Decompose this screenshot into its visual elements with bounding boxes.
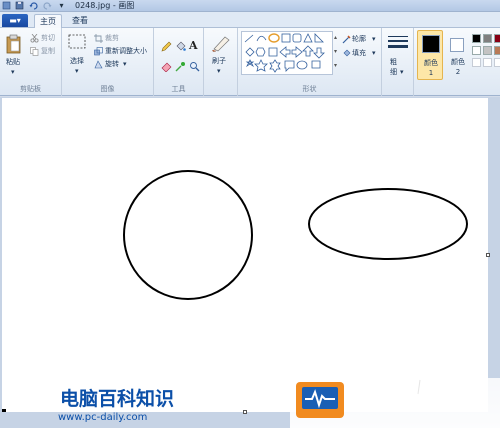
outline-icon[interactable] <box>342 35 351 46</box>
size-button[interactable]: 粗细 <box>390 57 400 77</box>
tab-view-label: 查看 <box>72 16 88 25</box>
copy-icon[interactable] <box>30 47 39 58</box>
brushes-group: 刷子 ▾ <box>204 28 238 96</box>
palette-color-gray[interactable] <box>483 34 492 43</box>
monitor-logo-icon <box>296 382 344 418</box>
palette-empty-3[interactable] <box>494 58 500 67</box>
text-icon[interactable]: A <box>189 40 198 52</box>
palette-color-dark-red[interactable] <box>494 34 500 43</box>
shapes-group: ▴ ▾ ▾ 轮廓 ▾ 填充 ▾ 形状 <box>238 28 382 96</box>
size-icon[interactable] <box>388 36 408 54</box>
customize-quick-access-icon[interactable]: ▾ <box>57 1 66 10</box>
paste-icon[interactable] <box>6 34 22 56</box>
color2-label: 颜色 2 <box>451 58 465 76</box>
size-group: 粗细 ▾ <box>382 28 414 96</box>
clipboard-group-label: 剪贴板 <box>20 85 41 93</box>
palette-empty-1[interactable] <box>472 58 481 67</box>
undo-icon[interactable] <box>29 1 38 10</box>
palette-color-light-gray[interactable] <box>483 46 492 55</box>
rotate-button[interactable]: 旋转 <box>105 60 119 69</box>
clipboard-group: 粘贴 ▾ 剪切 复制 剪贴板 <box>0 28 62 96</box>
magnifier-icon[interactable] <box>189 61 200 74</box>
crop-button[interactable]: 裁剪 <box>105 34 119 43</box>
drawn-circle <box>123 170 253 300</box>
watermark <box>290 372 500 428</box>
palette-color-white[interactable] <box>472 46 481 55</box>
paste-dropdown-icon[interactable]: ▾ <box>11 68 15 77</box>
copy-button[interactable]: 复制 <box>41 47 55 56</box>
shapes-scroll-up-icon[interactable]: ▴ <box>334 31 340 45</box>
color1-swatch <box>422 35 440 53</box>
ribbon-tabs: ▬▾ 主页 查看 <box>0 12 500 28</box>
paste-button[interactable]: 粘贴 <box>6 58 20 67</box>
drawn-ellipse <box>308 188 468 260</box>
color-picker-icon[interactable] <box>175 61 186 74</box>
shapes-expand-icon[interactable]: ▾ <box>334 59 340 73</box>
app-menu-icon[interactable] <box>2 1 11 10</box>
color2-button[interactable]: 颜色 2 <box>446 30 470 80</box>
color2-swatch <box>450 38 464 52</box>
tab-view[interactable]: 查看 <box>66 14 94 28</box>
pencil-icon[interactable] <box>161 41 172 54</box>
crop-icon[interactable] <box>94 34 103 45</box>
ribbon: 粘贴 ▾ 剪切 复制 剪贴板 选择 ▾ 裁剪 重新调整大小 旋转 ▾ 图像 A … <box>0 28 500 96</box>
shapes-gallery <box>241 31 333 75</box>
shapes-scroll-down-icon[interactable]: ▾ <box>334 45 340 59</box>
select-dropdown-icon[interactable]: ▾ <box>75 67 79 76</box>
palette-color-black[interactable] <box>472 34 481 43</box>
file-menu-icon: ▬▾ <box>9 16 21 25</box>
fill-shape-button[interactable]: 填充 <box>352 49 366 58</box>
shapes-group-label: 形状 <box>302 85 317 93</box>
outline-dropdown-icon[interactable]: ▾ <box>372 35 376 44</box>
colors-group: 颜色 1 颜色 2 <box>414 28 500 96</box>
canvas-resize-handle-right[interactable] <box>486 253 490 257</box>
select-button[interactable]: 选择 <box>70 57 84 66</box>
eraser-icon[interactable] <box>161 61 172 74</box>
size-dropdown-icon[interactable]: ▾ <box>400 68 404 77</box>
tab-home-label: 主页 <box>40 17 56 26</box>
resize-icon[interactable] <box>94 47 103 58</box>
rotate-icon[interactable] <box>94 60 103 71</box>
resize-button[interactable]: 重新调整大小 <box>105 47 147 56</box>
tools-group-label: 工具 <box>171 85 186 93</box>
watermark-url: www.pc-daily.com <box>58 412 148 423</box>
fill-shape-dropdown-icon[interactable]: ▾ <box>372 49 376 58</box>
color1-button[interactable]: 颜色 1 <box>417 30 443 80</box>
drawing-canvas[interactable] <box>2 98 488 412</box>
image-group: 选择 ▾ 裁剪 重新调整大小 旋转 ▾ 图像 <box>62 28 154 96</box>
canvas-corner-mark <box>2 409 6 412</box>
image-group-label: 图像 <box>100 85 115 93</box>
brushes-dropdown-icon[interactable]: ▾ <box>217 67 221 76</box>
brush-icon[interactable] <box>211 34 231 54</box>
tab-home[interactable]: 主页 <box>34 14 62 28</box>
cut-button[interactable]: 剪切 <box>41 34 55 43</box>
fill-shape-icon[interactable] <box>342 49 351 60</box>
redo-icon[interactable] <box>43 1 52 10</box>
watermark-title: 电脑百科知识 <box>60 388 175 410</box>
rotate-dropdown-icon[interactable]: ▾ <box>123 60 127 69</box>
canvas-drawing <box>2 170 468 412</box>
palette-empty-2[interactable] <box>483 58 492 67</box>
window-title: 0248.jpg - 画图 <box>75 1 135 10</box>
color1-label: 颜色 1 <box>424 59 438 77</box>
file-menu-button[interactable]: ▬▾ <box>2 14 28 27</box>
palette-color-brown[interactable] <box>494 46 500 55</box>
title-bar: ▾ 0248.jpg - 画图 <box>0 0 500 12</box>
fill-icon[interactable] <box>175 41 186 54</box>
tools-group: A 工具 <box>154 28 204 96</box>
brushes-button[interactable]: 刷子 <box>212 57 226 66</box>
outline-button[interactable]: 轮廓 <box>352 35 366 44</box>
select-icon[interactable] <box>68 34 86 52</box>
cut-icon[interactable] <box>30 33 39 45</box>
save-icon[interactable] <box>15 1 24 10</box>
canvas-resize-handle-bottom[interactable] <box>243 410 247 414</box>
